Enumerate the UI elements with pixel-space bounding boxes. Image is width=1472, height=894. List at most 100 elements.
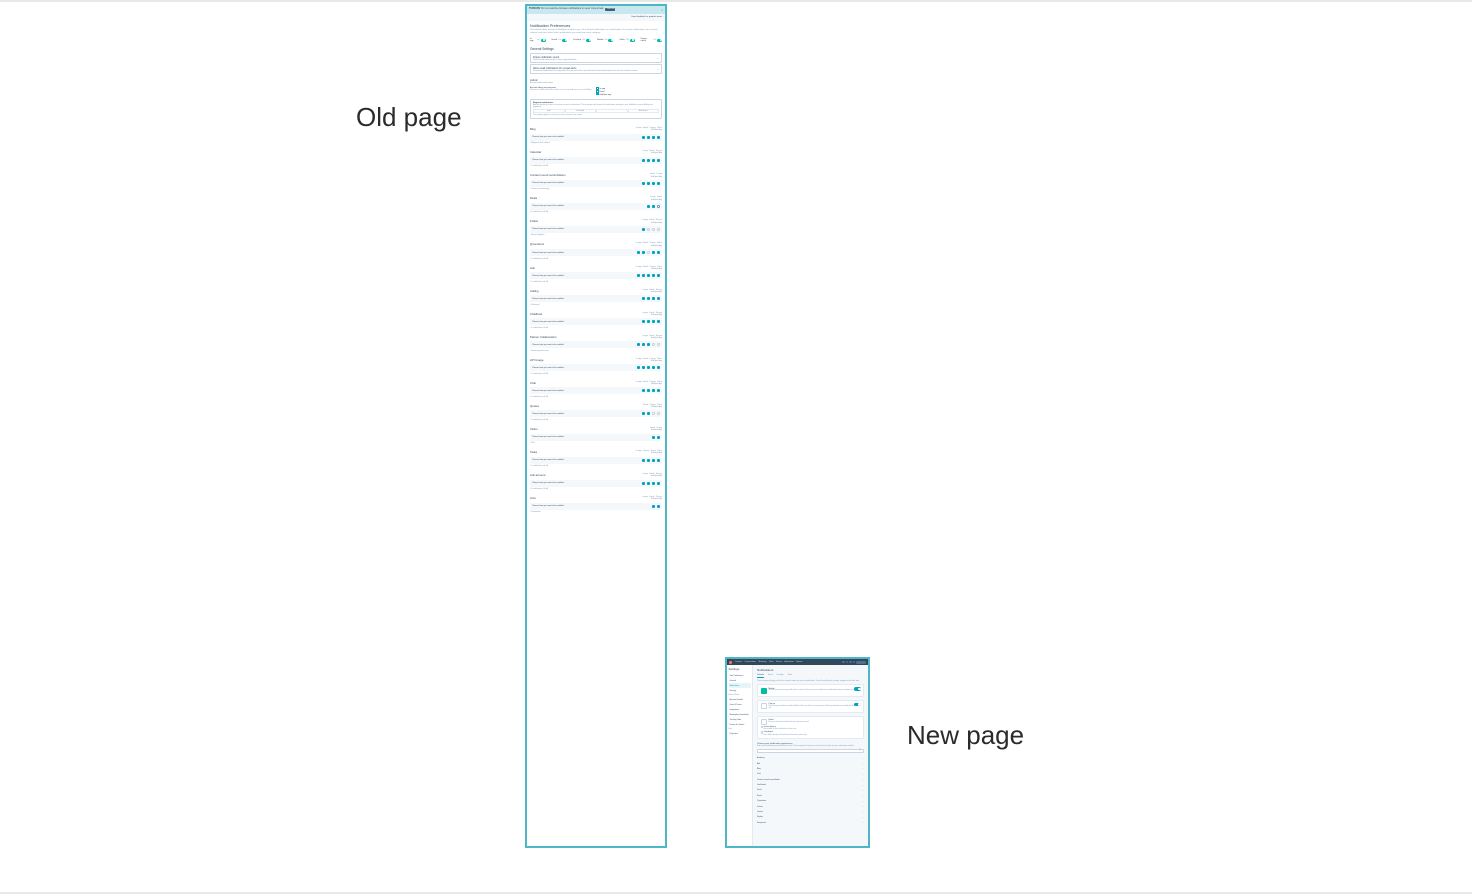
checkbox[interactable] [647,159,650,162]
settings-icon[interactable] [849,661,852,664]
section-expand[interactable]: › 2 notifications (0 off) [530,281,662,283]
checkbox[interactable] [652,182,655,185]
settings-item[interactable]: ⌄Allow email notifications for unread al… [530,64,662,74]
checkbox[interactable] [657,159,660,162]
tab[interactable]: Slack [788,674,793,678]
checkbox[interactable] [647,343,650,346]
close-icon[interactable]: × [661,8,663,12]
checkbox[interactable] [652,343,655,346]
checkbox[interactable] [657,297,660,300]
section-expand[interactable]: › 4 notifications (0 off) [530,396,662,398]
toggle-switch[interactable] [541,39,546,42]
settings-item[interactable]: ⌄Popup notification soundPlay a sound wh… [530,53,662,63]
checkbox[interactable] [657,205,660,208]
checkbox[interactable] [642,320,645,323]
nav-item[interactable]: Service [776,661,782,663]
checkbox[interactable] [642,136,645,139]
checkbox[interactable] [657,343,660,346]
checkbox[interactable] [647,459,650,462]
section-expand[interactable]: › Contact record merge [530,188,662,190]
nav-item[interactable]: Automation [784,661,793,663]
checkbox[interactable] [657,412,660,415]
checkbox[interactable] [657,274,660,277]
admin-tab[interactable]: Add email [628,109,660,113]
checkbox[interactable] [657,436,660,439]
checkbox[interactable] [642,228,645,231]
section-expand[interactable]: › 4 notifications (0 off) [530,488,662,490]
channel-toggle[interactable]: Digest emailOn [641,38,662,42]
checkbox-icon[interactable] [596,93,599,96]
checkbox[interactable] [637,274,640,277]
nav-item[interactable]: Contacts [735,661,742,663]
section-expand[interactable]: › Blog post draft shared [530,142,662,144]
checkbox[interactable] [647,389,650,392]
toggle-switch[interactable] [630,39,635,42]
checkbox[interactable] [657,389,660,392]
channel-toggle[interactable]: EmailOn [552,38,567,42]
tab[interactable]: Defaults [757,674,764,678]
checkbox[interactable] [637,366,640,369]
checkbox[interactable] [652,389,655,392]
toggle-switch[interactable] [608,39,613,42]
account-menu[interactable] [856,661,866,664]
admin-tab[interactable] [596,109,628,113]
checkbox[interactable] [647,366,650,369]
admin-tab[interactable]: Standard [565,109,597,113]
checkbox[interactable] [642,412,645,415]
checkbox[interactable] [647,297,650,300]
section-expand[interactable]: › 2 notifications (0 off) [530,165,662,167]
toggle-switch[interactable] [586,39,591,42]
checkbox[interactable] [657,482,660,485]
toggle-switch[interactable] [854,703,861,707]
section-expand[interactable]: › Visit [530,442,662,444]
checkbox[interactable] [642,389,645,392]
checkbox[interactable] [657,459,660,462]
checkbox[interactable] [652,297,655,300]
section-expand[interactable]: › Conversion [530,511,662,513]
channel-toggle[interactable]: MobileOn [597,38,613,42]
checkbox[interactable] [637,343,640,346]
checkbox[interactable] [647,136,650,139]
admin-channel-option[interactable]: HubSpot app [596,93,662,96]
checkbox[interactable] [652,251,655,254]
checkbox[interactable] [652,482,655,485]
checkbox[interactable] [647,251,650,254]
channel-toggle[interactable]: SlackOff [619,38,634,42]
section-expand[interactable]: › Record updates [530,234,662,236]
search-icon[interactable] [842,661,845,664]
checkbox[interactable] [652,459,655,462]
toggle-switch[interactable] [562,39,567,42]
nav-item[interactable]: Marketing [759,661,767,663]
section-expand[interactable]: › 2 notifications (0 off) [530,373,662,375]
checkbox[interactable] [647,320,650,323]
sidebar-item[interactable]: Privacy & Consent [729,722,751,727]
checkbox[interactable] [642,482,645,485]
nav-item[interactable]: Conversations [745,661,757,663]
checkbox[interactable] [642,159,645,162]
checkbox[interactable] [647,228,650,231]
nav-item[interactable]: Sales [769,661,774,663]
checkbox[interactable] [642,274,645,277]
checkbox[interactable] [652,366,655,369]
checkbox[interactable] [657,251,660,254]
checkbox[interactable] [642,343,645,346]
checkbox[interactable] [652,412,655,415]
section-expand[interactable]: › 2 notifications (0 off) [530,258,662,260]
nav-item[interactable]: Reports [796,661,802,663]
notifications-icon[interactable] [853,661,856,664]
section-expand[interactable]: › 2 notifications (0 off) [530,465,662,467]
checkbox[interactable] [652,505,655,508]
checkbox-icon[interactable] [761,726,763,728]
checkbox[interactable] [647,482,650,485]
checkbox[interactable] [647,274,650,277]
preference-item[interactable]: Sequences⌄ [757,820,864,825]
marketplace-icon[interactable] [846,661,849,664]
section-expand[interactable]: › Voicemail [530,304,662,306]
checkbox[interactable] [637,251,640,254]
channel-toggle[interactable]: DesktopOn [573,38,591,42]
email-option[interactable]: Daily digestGet a daily summary of all n… [761,731,861,735]
checkbox[interactable] [642,297,645,300]
checkbox[interactable] [652,136,655,139]
checkbox[interactable] [647,412,650,415]
checkbox[interactable] [652,320,655,323]
